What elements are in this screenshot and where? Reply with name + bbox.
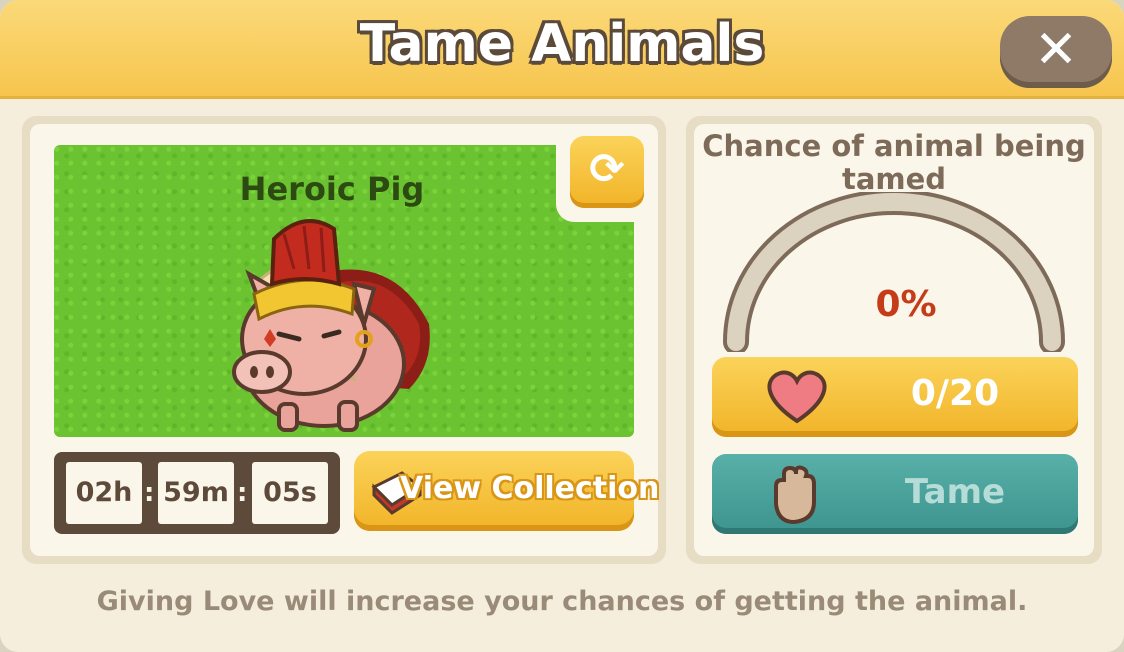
heart-icon [767, 370, 827, 424]
timer-minutes: 59m [158, 462, 234, 524]
tame-label: Tame [904, 472, 1006, 512]
dialog-header: Tame Animals ✕ [0, 0, 1124, 99]
timer-separator: : [237, 478, 248, 508]
close-button[interactable]: ✕ [1000, 16, 1112, 88]
tame-timer: 02h : 59m : 05s [54, 452, 340, 534]
chance-gauge [723, 192, 1065, 352]
tame-animals-dialog: Tame Animals ✕ ⟳ Heroic Pig 02h: 59m: … [0, 0, 1124, 652]
give-love-button[interactable]: 0/20 [712, 357, 1078, 437]
heroic-pig-image [232, 219, 430, 432]
hand-icon [774, 465, 816, 525]
timer-seconds: 05s [252, 462, 328, 524]
chance-title: Chance of animal being tamed [702, 129, 1086, 196]
footer-hint: Giving Love will increase your chances o… [96, 586, 1028, 617]
animal-name: Heroic Pig [239, 170, 425, 208]
tame-button[interactable]: Tame [712, 454, 1078, 534]
chance-percent: 0% [875, 284, 937, 325]
dialog-title: Tame Animals [359, 14, 765, 74]
timer-separator: : [144, 478, 155, 508]
timer-hours: 02h [66, 462, 142, 524]
close-icon: ✕ [1034, 20, 1078, 80]
love-count: 0/20 [910, 373, 1000, 414]
view-collection-label: View Collection [400, 471, 660, 506]
view-collection-button[interactable]: View Collection [354, 451, 659, 531]
